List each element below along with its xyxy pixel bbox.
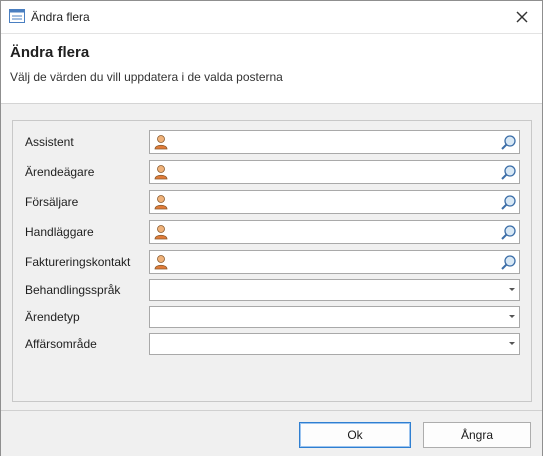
field-label-handlaggare: Handläggare xyxy=(25,225,94,239)
handlaggare-lookup-field[interactable] xyxy=(149,220,520,244)
forsaljare-lookup-field[interactable] xyxy=(149,190,520,214)
person-icon xyxy=(154,225,168,240)
chevron-down-icon[interactable] xyxy=(509,342,515,345)
fields-panel: Assistent Ärendeägare Försäljare Handläg… xyxy=(12,120,532,402)
header-subtitle: Välj de värden du vill uppdatera i de va… xyxy=(10,70,283,84)
person-icon xyxy=(154,195,168,210)
arendeagare-lookup-field[interactable] xyxy=(149,160,520,184)
person-icon xyxy=(154,255,168,270)
search-icon[interactable] xyxy=(500,254,517,271)
form-window-icon xyxy=(9,9,25,23)
chevron-down-icon[interactable] xyxy=(509,315,515,318)
field-label-behandlingssprak: Behandlingsspråk xyxy=(25,283,121,297)
person-icon xyxy=(154,165,168,180)
field-label-arendeagare: Ärendeägare xyxy=(25,165,95,179)
field-label-forsaljare: Försäljare xyxy=(25,195,79,209)
search-icon[interactable] xyxy=(500,134,517,151)
window-title: Ändra flera xyxy=(31,10,90,24)
behandlingssprak-dropdown[interactable] xyxy=(149,279,520,301)
search-icon[interactable] xyxy=(500,164,517,181)
person-icon xyxy=(154,135,168,150)
chevron-down-icon[interactable] xyxy=(509,288,515,291)
faktureringskontakt-lookup-field[interactable] xyxy=(149,250,520,274)
search-icon[interactable] xyxy=(500,194,517,211)
title-bar[interactable]: Ändra flera xyxy=(1,1,542,33)
header-title: Ändra flera xyxy=(10,44,90,61)
dialog-footer: Ok Ångra xyxy=(1,410,542,456)
dialog-header: Ändra flera Välj de värden du vill uppda… xyxy=(1,33,542,104)
cancel-button[interactable]: Ångra xyxy=(423,422,531,448)
assistent-lookup-field[interactable] xyxy=(149,130,520,154)
search-icon[interactable] xyxy=(500,224,517,241)
field-label-faktureringskontakt: Faktureringskontakt xyxy=(25,255,131,269)
affarsomrade-dropdown[interactable] xyxy=(149,333,520,355)
field-label-assistent: Assistent xyxy=(25,135,74,149)
field-label-affarsomrade: Affärsområde xyxy=(25,337,97,351)
edit-multiple-dialog: Ändra flera Ändra flera Välj de värden d… xyxy=(0,0,543,456)
ok-button[interactable]: Ok xyxy=(299,422,411,448)
field-label-arendetyp: Ärendetyp xyxy=(25,310,80,324)
close-icon[interactable] xyxy=(512,7,532,27)
arendetyp-dropdown[interactable] xyxy=(149,306,520,328)
